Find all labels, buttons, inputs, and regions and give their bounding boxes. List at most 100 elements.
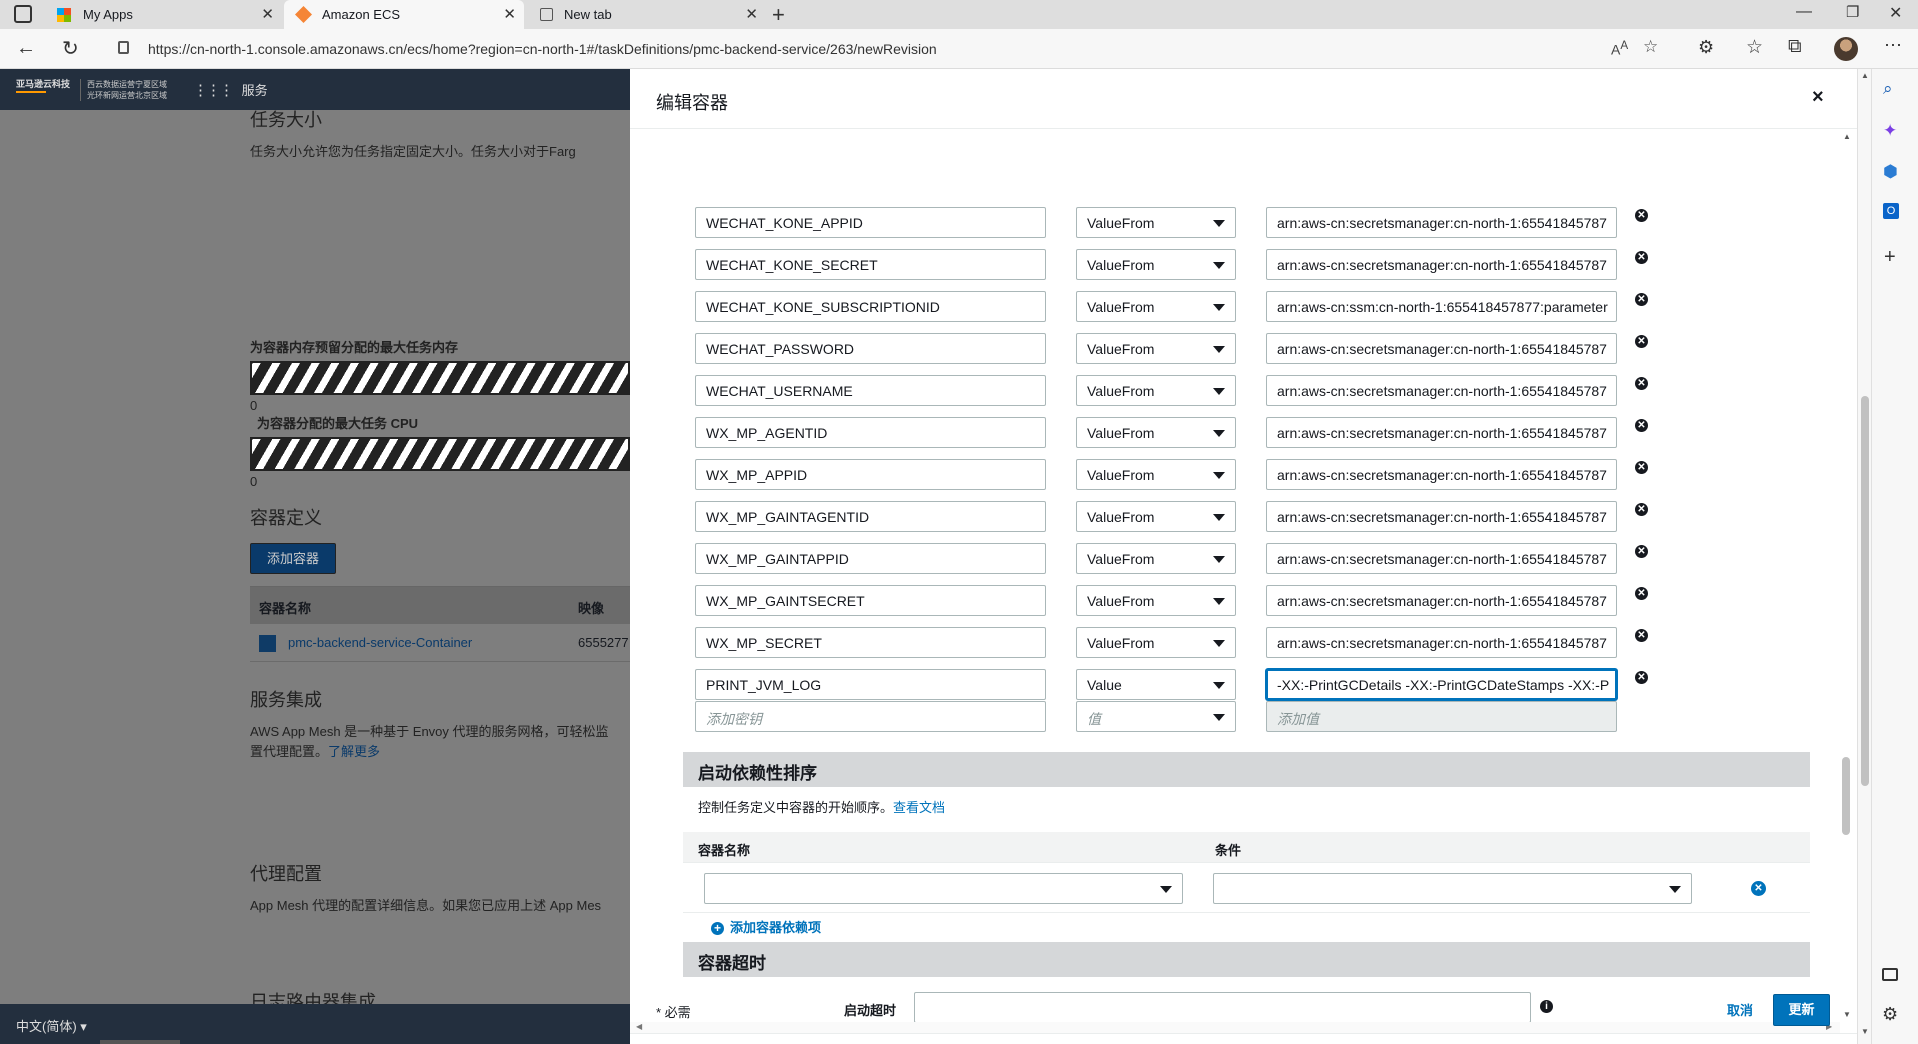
env-value-input[interactable]: arn:aws-cn:secretsmanager:cn-north-1:655…	[1266, 585, 1617, 616]
remove-env-var-icon[interactable]: ✕	[1635, 251, 1648, 264]
env-value-input[interactable]: arn:aws-cn:secretsmanager:cn-north-1:655…	[1266, 417, 1617, 448]
read-aloud-icon[interactable]: AA	[1611, 39, 1628, 58]
remove-dependency-icon[interactable]: ✕	[1751, 881, 1766, 896]
env-key-input[interactable]: WECHAT_USERNAME	[695, 375, 1046, 406]
env-type-select[interactable]: Value	[1076, 669, 1236, 700]
profile-avatar[interactable]	[1834, 37, 1858, 61]
remove-env-var-icon[interactable]: ✕	[1635, 587, 1648, 600]
scroll-down-icon[interactable]: ▼	[1861, 1027, 1869, 1036]
dependency-condition-select[interactable]	[1213, 873, 1692, 904]
env-type-select[interactable]: ValueFrom	[1076, 417, 1236, 448]
env-value-input[interactable]: arn:aws-cn:secretsmanager:cn-north-1:655…	[1266, 543, 1617, 574]
favorites-icon[interactable]: ☆	[1746, 36, 1763, 59]
env-key-input[interactable]: WECHAT_KONE_APPID	[695, 207, 1046, 238]
new-type-select[interactable]: 值	[1076, 701, 1236, 732]
env-key-input[interactable]: WECHAT_KONE_SUBSCRIPTIONID	[695, 291, 1046, 322]
remove-env-var-icon[interactable]: ✕	[1635, 545, 1648, 558]
env-key-input[interactable]: WX_MP_AGENTID	[695, 417, 1046, 448]
env-value-input[interactable]: arn:aws-cn:secretsmanager:cn-north-1:655…	[1266, 375, 1617, 406]
dependency-container-select[interactable]	[704, 873, 1183, 904]
remove-env-var-icon[interactable]: ✕	[1635, 503, 1648, 516]
collections-icon[interactable]: ⧉	[1788, 36, 1802, 58]
tab-new-tab[interactable]: New tab ✕	[526, 0, 766, 29]
env-type-select[interactable]: ValueFrom	[1076, 627, 1236, 658]
close-modal-icon[interactable]: ×	[1812, 86, 1824, 109]
env-type-select[interactable]: ValueFrom	[1076, 459, 1236, 490]
start-timeout-input[interactable]	[914, 992, 1531, 1022]
scroll-left-icon[interactable]: ◀	[636, 1022, 642, 1031]
remove-env-var-icon[interactable]: ✕	[1635, 293, 1648, 306]
env-key-input[interactable]: PRINT_JVM_LOG	[695, 669, 1046, 700]
extensions-icon[interactable]: ⚙	[1698, 37, 1714, 58]
close-tab-icon[interactable]: ✕	[261, 5, 274, 23]
env-type-select[interactable]: ValueFrom	[1076, 375, 1236, 406]
search-icon[interactable]: ⌕	[1883, 79, 1893, 99]
env-value-input[interactable]: arn:aws-cn:secretsmanager:cn-north-1:655…	[1266, 501, 1617, 532]
restore-icon[interactable]: ❐	[1846, 3, 1859, 21]
env-key-input[interactable]: WX_MP_SECRET	[695, 627, 1046, 658]
add-dependency-link[interactable]: + 添加容器依赖项	[711, 917, 821, 936]
env-key-input[interactable]: WECHAT_PASSWORD	[695, 333, 1046, 364]
outlook-icon[interactable]: O	[1883, 203, 1899, 219]
env-type-select[interactable]: ValueFrom	[1076, 585, 1236, 616]
env-value-input[interactable]: arn:aws-cn:secretsmanager:cn-north-1:655…	[1266, 333, 1617, 364]
container-table-row[interactable]: pmc-backend-service-Container 6555277	[250, 624, 630, 662]
tab-actions-icon[interactable]	[14, 5, 32, 23]
env-key-input[interactable]: WX_MP_APPID	[695, 459, 1046, 490]
env-key-input[interactable]: WX_MP_GAINTAGENTID	[695, 501, 1046, 532]
env-type-select[interactable]: ValueFrom	[1076, 543, 1236, 574]
close-tab-icon[interactable]: ✕	[745, 5, 758, 23]
env-type-select[interactable]: ValueFrom	[1076, 333, 1236, 364]
close-tab-icon[interactable]: ✕	[503, 5, 516, 23]
remove-env-var-icon[interactable]: ✕	[1635, 419, 1648, 432]
more-options-icon[interactable]: ⋯	[1884, 35, 1902, 56]
remove-env-var-icon[interactable]: ✕	[1635, 671, 1648, 684]
refresh-icon[interactable]: ↻	[62, 36, 79, 61]
aws-logo[interactable]: 亚马逊云科技	[16, 79, 70, 93]
favorite-add-icon[interactable]: ☆	[1643, 37, 1658, 57]
env-value-input[interactable]: arn:aws-cn:secretsmanager:cn-north-1:655…	[1266, 459, 1617, 490]
copilot-icon[interactable]: ✦	[1883, 121, 1897, 141]
address-bar[interactable]: https://cn-north-1.console.amazonaws.cn/…	[106, 35, 1666, 63]
tab-my-apps[interactable]: My Apps ✕	[45, 0, 282, 29]
new-tab-plus-icon[interactable]: +	[772, 2, 785, 28]
env-type-select[interactable]: ValueFrom	[1076, 249, 1236, 280]
cancel-button[interactable]: 取消	[1716, 1000, 1764, 1022]
services-menu[interactable]: ⋮⋮⋮ 服务	[193, 80, 268, 99]
view-docs-link[interactable]: 查看文档	[893, 800, 945, 815]
scroll-up-icon[interactable]: ▲	[1843, 132, 1851, 141]
env-value-input[interactable]: -XX:-PrintGCDetails -XX:-PrintGCDateStam…	[1266, 669, 1617, 700]
info-icon[interactable]: i	[1540, 1000, 1553, 1013]
language-selector[interactable]: 中文(简体) ▾	[16, 1016, 87, 1035]
remove-env-var-icon[interactable]: ✕	[1635, 377, 1648, 390]
tab-amazon-ecs[interactable]: Amazon ECS ✕	[284, 0, 524, 29]
scroll-down-icon[interactable]: ▼	[1843, 1010, 1851, 1019]
container-name-link[interactable]: pmc-backend-service-Container	[288, 635, 472, 650]
minimize-icon[interactable]: —	[1796, 3, 1812, 21]
env-key-input[interactable]: WX_MP_GAINTSECRET	[695, 585, 1046, 616]
env-type-select[interactable]: ValueFrom	[1076, 291, 1236, 322]
scroll-up-icon[interactable]: ▲	[1861, 71, 1869, 80]
env-key-input[interactable]: WECHAT_KONE_SECRET	[695, 249, 1046, 280]
scrollbar-thumb[interactable]	[1842, 757, 1850, 835]
remove-env-var-icon[interactable]: ✕	[1635, 209, 1648, 222]
sidebar-toggle-icon[interactable]	[1882, 968, 1898, 981]
page-scrollbar-thumb[interactable]	[1861, 396, 1869, 786]
add-container-button[interactable]: 添加容器	[250, 543, 336, 574]
modal-scrollbar[interactable]: ▲ ▼	[1840, 130, 1853, 1022]
add-sidebar-app-icon[interactable]: +	[1884, 246, 1896, 269]
env-value-input[interactable]: arn:aws-cn:secretsmanager:cn-north-1:655…	[1266, 249, 1617, 280]
env-value-input[interactable]: arn:aws-cn:secretsmanager:cn-north-1:655…	[1266, 207, 1617, 238]
office-icon[interactable]: ⬢	[1883, 162, 1898, 182]
env-type-select[interactable]: ValueFrom	[1076, 501, 1236, 532]
learn-more-link[interactable]: 了解更多	[328, 744, 380, 759]
close-window-icon[interactable]: ✕	[1889, 3, 1902, 23]
env-value-input[interactable]: arn:aws-cn:secretsmanager:cn-north-1:655…	[1266, 627, 1617, 658]
remove-env-var-icon[interactable]: ✕	[1635, 335, 1648, 348]
env-value-input[interactable]: arn:aws-cn:ssm:cn-north-1:655418457877:p…	[1266, 291, 1617, 322]
remove-env-var-icon[interactable]: ✕	[1635, 461, 1648, 474]
env-key-input[interactable]: WX_MP_GAINTAPPID	[695, 543, 1046, 574]
settings-icon[interactable]: ⚙	[1882, 1004, 1898, 1025]
new-key-input[interactable]: 添加密钥	[695, 701, 1046, 732]
new-value-input[interactable]: 添加值	[1266, 701, 1617, 732]
